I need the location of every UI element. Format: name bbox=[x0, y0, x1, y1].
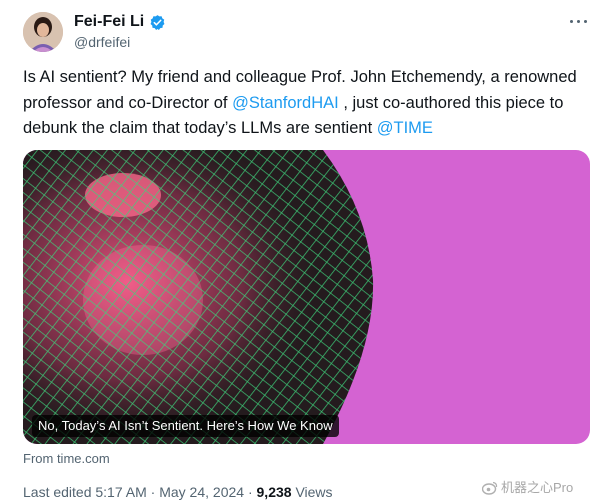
meta-separator: · bbox=[146, 484, 160, 500]
tweet-meta: Last edited 5:17 AM · May 24, 2024 · 9,2… bbox=[23, 483, 333, 501]
mention-time-link[interactable]: @TIME bbox=[377, 119, 433, 137]
link-card-title[interactable]: No, Today’s AI Isn’t Sentient. Here’s Ho… bbox=[32, 415, 339, 437]
avatar-photo bbox=[23, 12, 63, 52]
tweet-text: Is AI sentient? My friend and colleague … bbox=[23, 65, 583, 142]
watermark: 机器之心Pro bbox=[482, 480, 573, 496]
article-image bbox=[23, 150, 590, 444]
author-handle[interactable]: @drfeifei bbox=[74, 33, 130, 51]
link-card-source[interactable]: From time.com bbox=[23, 451, 110, 467]
meta-separator: · bbox=[244, 484, 257, 500]
watermark-text: 机器之心Pro bbox=[501, 480, 574, 495]
author-name[interactable]: Fei-Fei Li bbox=[74, 12, 144, 32]
views-label: Views bbox=[291, 484, 333, 500]
author-avatar[interactable] bbox=[23, 12, 63, 52]
more-options-icon[interactable] bbox=[568, 12, 592, 30]
edited-timestamp[interactable]: Last edited 5:17 AM bbox=[23, 484, 147, 500]
tweet-date[interactable]: May 24, 2024 bbox=[159, 484, 244, 500]
views-count: 9,238 bbox=[256, 484, 292, 500]
verified-badge-icon bbox=[150, 14, 165, 30]
weibo-logo-icon bbox=[482, 481, 498, 495]
link-card-image[interactable] bbox=[23, 150, 590, 444]
mention-stanfordhai-link[interactable]: @StanfordHAI bbox=[232, 94, 339, 112]
